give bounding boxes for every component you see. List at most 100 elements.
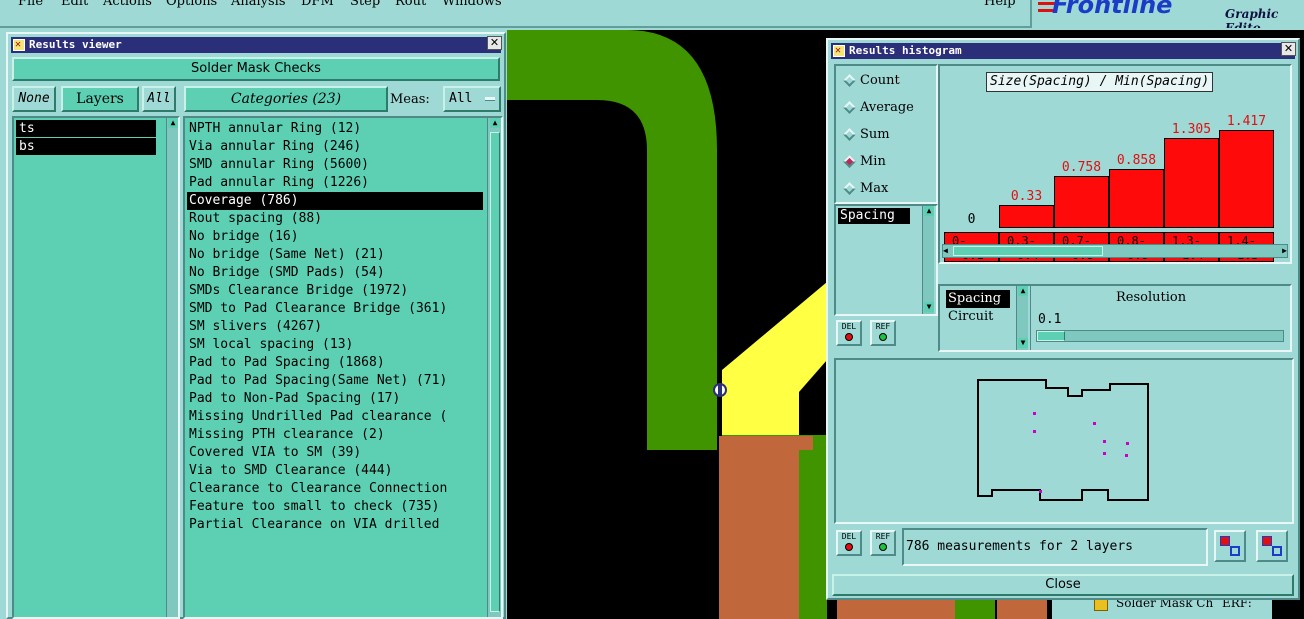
menu-actions[interactable]: Actions — [103, 0, 152, 9]
slider-thumb[interactable] — [1037, 331, 1065, 341]
categories-list[interactable]: NPTH annular Ring (12) Via annular Ring (… — [185, 118, 487, 617]
category-item[interactable]: Missing PTH clearance (2) — [187, 426, 483, 444]
histogram-titlebar[interactable]: Results histogram — [831, 43, 1295, 59]
layer-item-bs[interactable]: bs — [16, 138, 156, 155]
del-label: DEL — [841, 322, 857, 331]
import-chart-icon[interactable] — [1256, 530, 1288, 562]
mode-radio-count[interactable]: Count — [842, 71, 932, 91]
category-item[interactable]: Missing Undrilled Pad clearance ( — [187, 408, 483, 426]
mode-radio-min[interactable]: Min — [842, 152, 932, 172]
categories-scrollbar[interactable]: ▲ — [487, 118, 501, 617]
category-item[interactable]: SMD to Pad Clearance Bridge (361) — [187, 300, 483, 318]
menu-dfm[interactable]: DFM — [301, 0, 334, 9]
category-item[interactable]: No bridge (16) — [187, 228, 483, 246]
menu-step[interactable]: Step — [350, 0, 380, 9]
category-item[interactable]: SMDs Clearance Bridge (1972) — [187, 282, 483, 300]
field-scrollbar[interactable]: ▲ ▼ — [922, 206, 934, 314]
layer-item-ts[interactable]: ts — [16, 120, 156, 137]
category-item[interactable]: SM local spacing (13) — [187, 336, 483, 354]
red-dot-icon — [845, 333, 853, 341]
category-item[interactable]: Via to SMD Clearance (444) — [187, 462, 483, 480]
category-item[interactable]: Rout spacing (88) — [187, 210, 483, 228]
histogram-bar[interactable] — [1219, 130, 1274, 228]
menu-analysis[interactable]: Analysis — [231, 0, 286, 9]
menu-windows[interactable]: Windows — [442, 0, 502, 9]
categories-list-frame: NPTH annular Ring (12) Via annular Ring (… — [183, 116, 503, 619]
meas-select[interactable]: All — [443, 86, 501, 112]
scroll-up-icon[interactable]: ▲ — [1018, 286, 1028, 296]
resolution-field-item[interactable]: Spacing — [946, 290, 1010, 308]
histogram-bar[interactable] — [1109, 169, 1164, 228]
category-item[interactable]: Pad to Pad Spacing (1868) — [187, 354, 483, 372]
layers-list[interactable]: ts bs — [14, 118, 166, 617]
window-menu-icon[interactable] — [833, 43, 845, 59]
chart-hscrollbar[interactable]: ◀ ▶ — [942, 244, 1288, 258]
export-chart-icon[interactable] — [1214, 530, 1246, 562]
resolution-slider[interactable] — [1036, 330, 1284, 342]
mode-radio-max[interactable]: Max — [842, 179, 932, 199]
check-set-header[interactable]: Solder Mask Checks — [12, 57, 500, 81]
menu-edit[interactable]: Edit — [61, 0, 88, 9]
histogram-bar[interactable] — [1054, 176, 1109, 228]
category-item[interactable]: Via annular Ring (246) — [187, 138, 483, 156]
menu-rout[interactable]: Rout — [395, 0, 426, 9]
histogram-bar[interactable] — [999, 205, 1054, 228]
category-item[interactable]: Partial Clearance on VIA drilled — [187, 516, 483, 534]
scroll-thumb[interactable] — [953, 246, 1103, 256]
close-icon[interactable]: ✕ — [487, 36, 502, 50]
folder-icon — [1094, 599, 1108, 611]
results-viewer-titlebar[interactable]: Results viewer — [11, 37, 501, 53]
categories-button[interactable]: Categories (23) — [184, 86, 388, 112]
mode-radio-average[interactable]: Average — [842, 98, 932, 118]
resolution-field-list[interactable]: Spacing Circuit — [946, 290, 1014, 326]
menu-help[interactable]: Help — [984, 0, 1016, 9]
ref-button-bottom[interactable]: REF — [870, 530, 896, 556]
category-item[interactable]: NPTH annular Ring (12) — [187, 120, 483, 138]
scroll-up-icon[interactable]: ▲ — [490, 118, 500, 128]
scroll-thumb[interactable] — [490, 132, 500, 612]
close-icon[interactable]: ✕ — [1281, 42, 1296, 56]
none-button[interactable]: None — [12, 86, 56, 112]
category-item[interactable]: SM slivers (4267) — [187, 318, 483, 336]
del-button-bottom[interactable]: DEL — [836, 530, 862, 556]
layers-button[interactable]: Layers — [61, 86, 139, 112]
mode-label: Max — [860, 181, 889, 196]
category-item[interactable]: Covered VIA to SM (39) — [187, 444, 483, 462]
ref-button[interactable]: REF — [870, 320, 896, 346]
category-item[interactable]: SMD annular Ring (5600) — [187, 156, 483, 174]
scroll-down-icon[interactable]: ▼ — [1018, 338, 1028, 348]
category-item[interactable]: Pad to Non-Pad Spacing (17) — [187, 390, 483, 408]
all-button[interactable]: All — [142, 86, 176, 112]
board-preview[interactable] — [834, 358, 1294, 524]
scroll-right-icon[interactable]: ▶ — [1282, 246, 1287, 255]
meas-label: Meas: — [390, 92, 430, 107]
scroll-left-icon[interactable]: ◀ — [943, 246, 948, 255]
category-item[interactable]: Pad annular Ring (1226) — [187, 174, 483, 192]
menu-bar: File Edit Actions Options Analysis DFM Step Rou… — [0, 0, 1030, 28]
window-menu-icon[interactable] — [13, 37, 25, 53]
field-item[interactable]: Spacing — [838, 208, 910, 224]
category-item[interactable]: No bridge (Same Net) (21) — [187, 246, 483, 264]
menu-file[interactable]: File — [18, 0, 43, 9]
category-item[interactable]: No Bridge (SMD Pads) (54) — [187, 264, 483, 282]
resolution-field-item[interactable]: Circuit — [946, 308, 1010, 326]
scroll-up-icon[interactable]: ▲ — [924, 206, 934, 216]
histogram-chart: 00-0.10.330.3-0.40.7580.7-0.80.8580.8-0.… — [940, 66, 1290, 262]
field-list[interactable]: Spacing — [838, 208, 922, 224]
scroll-up-icon[interactable]: ▲ — [168, 118, 178, 128]
category-item[interactable]: Coverage (786) — [187, 192, 483, 210]
histogram-bar[interactable] — [1164, 138, 1219, 228]
frontline-logo: Frontline — [1052, 0, 1173, 19]
category-item[interactable]: Pad to Pad Spacing(Same Net) (71) — [187, 372, 483, 390]
resolution-scrollbar[interactable]: ▲ ▼ — [1016, 286, 1028, 350]
category-item[interactable]: Clearance to Clearance Connection — [187, 480, 483, 498]
scroll-down-icon[interactable]: ▼ — [924, 302, 934, 312]
close-button[interactable]: Close — [832, 574, 1294, 596]
menu-options[interactable]: Options — [166, 0, 217, 9]
del-button[interactable]: DEL — [836, 320, 862, 346]
layers-scrollbar[interactable]: ▲ — [166, 118, 178, 617]
category-item[interactable]: Feature too small to check (735) — [187, 498, 483, 516]
radio-indicator-icon — [843, 101, 856, 114]
brand-area: Frontline Graphic Edito — [1030, 0, 1304, 28]
mode-radio-sum[interactable]: Sum — [842, 125, 932, 145]
